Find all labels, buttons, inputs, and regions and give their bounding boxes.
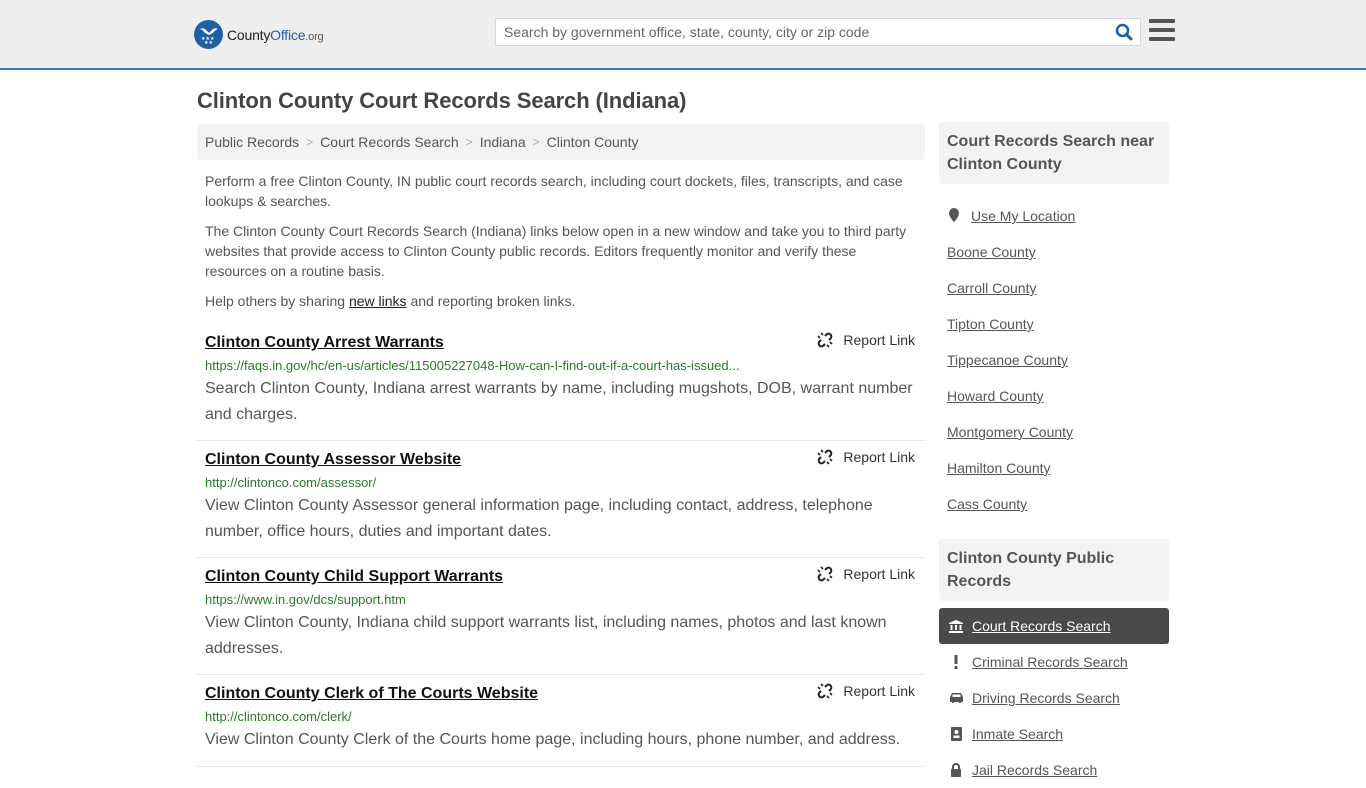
nearby-county-item: Hamilton County [939,450,1169,486]
use-my-location-item: Use My Location [939,198,1169,234]
share-links-paragraph: Help others by sharing new links and rep… [205,293,576,309]
records-item-jail[interactable]: Jail Records Search [939,752,1169,788]
nearby-county-item: Carroll County [939,270,1169,306]
result-title-link[interactable]: Clinton County Assessor Website [205,449,461,471]
breadcrumb: Public Records > Court Records Search > … [197,124,925,160]
records-item-driving[interactable]: Driving Records Search [939,680,1169,716]
nearby-county-link[interactable]: Howard County [947,388,1044,404]
result-description: View Clinton County, Indiana child suppo… [205,614,887,657]
search-input[interactable] [496,19,1108,45]
result-item: Clinton County Child Support Warrants Re… [197,558,925,675]
breadcrumb-clinton-county[interactable]: Clinton County [547,134,639,150]
map-pin-icon [947,207,961,226]
nearby-county-item: Boone County [939,234,1169,270]
breadcrumb-separator: > [465,135,473,149]
nearby-county-item: Tippecanoe County [939,342,1169,378]
records-item-criminal[interactable]: Criminal Records Search [939,644,1169,680]
use-my-location-link[interactable]: Use My Location [971,208,1075,224]
site-search [495,18,1141,46]
breadcrumb-separator: > [532,135,540,149]
sidebar: Court Records Search near Clinton County… [939,122,1169,788]
menu-bar [1149,37,1175,41]
broken-link-icon [817,332,833,348]
nearby-county-link[interactable]: Boone County [947,244,1036,260]
result-description: Search Clinton County, Indiana arrest wa… [205,380,913,423]
hamburger-menu-button[interactable] [1149,19,1175,43]
records-link[interactable]: Criminal Records Search [972,654,1128,670]
report-link-button[interactable]: Report Link [817,683,915,699]
nearby-county-item: Cass County [939,486,1169,522]
report-link-button[interactable]: Report Link [817,566,915,582]
public-records-list: Court Records Search Criminal Records Se… [939,608,1169,788]
new-links-link[interactable]: new links [349,293,407,309]
result-item: Clinton County Arrest Warrants Report Li… [197,324,925,441]
result-url: https://www.in.gov/dcs/support.htm [205,592,406,607]
breadcrumb-public-records[interactable]: Public Records [205,134,299,150]
records-link[interactable]: Inmate Search [972,726,1063,742]
public-records-heading: Clinton County Public Records [939,539,1169,601]
records-link[interactable]: Court Records Search [972,618,1111,634]
top-navigation-bar: ★★★ ★★ CountyOffice.org [0,0,1366,70]
result-item: Clinton County Clerk of The Courts Websi… [197,675,925,767]
nearby-county-link[interactable]: Tippecanoe County [947,352,1068,368]
result-description: View Clinton County Clerk of the Courts … [205,731,901,748]
records-item-inmate[interactable]: Inmate Search [939,716,1169,752]
result-title-link[interactable]: Clinton County Clerk of The Courts Websi… [205,683,538,705]
nearby-heading: Court Records Search near Clinton County [939,122,1169,184]
nearby-county-item: Tipton County [939,306,1169,342]
logo-text: CountyOffice.org [227,26,324,43]
result-title-link[interactable]: Clinton County Child Support Warrants [205,566,503,588]
site-logo[interactable]: ★★★ ★★ CountyOffice.org [194,20,324,49]
nearby-county-link[interactable]: Tipton County [947,316,1034,332]
breadcrumb-indiana[interactable]: Indiana [480,134,526,150]
result-title-link[interactable]: Clinton County Arrest Warrants [205,332,444,354]
breadcrumb-court-records-search[interactable]: Court Records Search [320,134,459,150]
records-item-court[interactable]: Court Records Search [939,608,1169,644]
intro-text: Perform a free Clinton County, IN public… [205,171,920,321]
page-title: Clinton County Court Records Search (Ind… [197,88,687,113]
result-item: Clinton County Assessor Website Report L… [197,441,925,558]
car-icon [948,692,964,704]
menu-bar [1149,19,1175,23]
report-link-button[interactable]: Report Link [817,449,915,465]
nearby-counties-list: Use My Location Boone County Carroll Cou… [939,198,1169,522]
courthouse-icon [948,619,964,633]
nearby-county-link[interactable]: Cass County [947,496,1027,512]
lock-icon [948,763,964,777]
exclamation-icon [948,655,964,669]
intro-paragraph: The Clinton County Court Records Search … [205,223,907,279]
results-list: Clinton County Arrest Warrants Report Li… [197,324,925,767]
report-link-button[interactable]: Report Link [817,332,915,348]
result-url: http://clintonco.com/clerk/ [205,709,352,724]
search-icon [1115,23,1133,41]
intro-paragraph: Perform a free Clinton County, IN public… [205,173,903,209]
result-url: https://faqs.in.gov/hc/en-us/articles/11… [205,358,740,373]
broken-link-icon [817,449,833,465]
menu-bar [1149,28,1175,32]
broken-link-icon [817,566,833,582]
nearby-county-link[interactable]: Montgomery County [947,424,1073,440]
svg-text:★★: ★★ [204,40,213,45]
search-button[interactable] [1108,19,1140,45]
records-link[interactable]: Driving Records Search [972,690,1120,706]
result-url: http://clintonco.com/assessor/ [205,475,377,490]
nearby-county-link[interactable]: Carroll County [947,280,1036,296]
eagle-logo-icon: ★★★ ★★ [194,20,223,49]
nearby-county-item: Howard County [939,378,1169,414]
records-link[interactable]: Jail Records Search [972,762,1097,778]
breadcrumb-separator: > [306,135,314,149]
broken-link-icon [817,683,833,699]
nearby-county-item: Montgomery County [939,414,1169,450]
result-description: View Clinton County Assessor general inf… [205,497,873,540]
nearby-county-link[interactable]: Hamilton County [947,460,1051,476]
id-badge-icon [948,727,964,741]
